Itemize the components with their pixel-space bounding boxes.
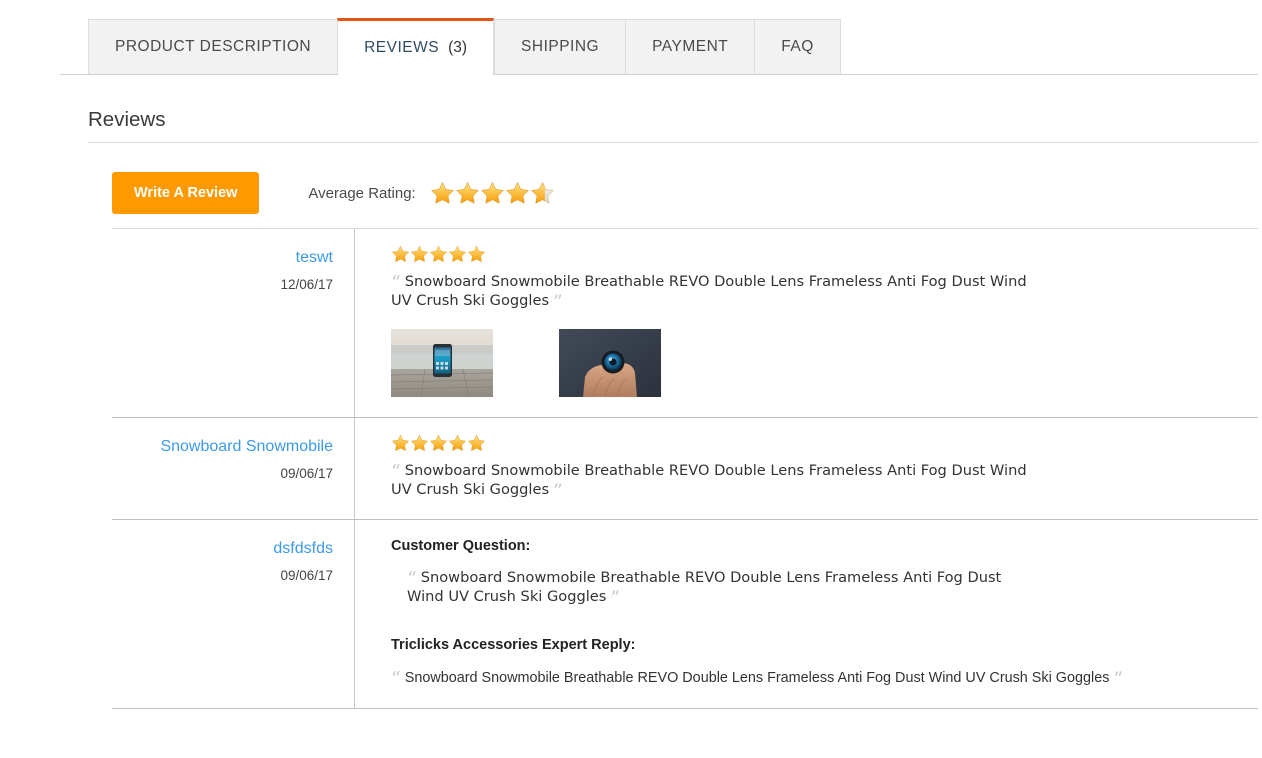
review-text-body: Snowboard Snowmobile Breathable REVO Dou…: [391, 273, 1027, 309]
tab-payment[interactable]: PAYMENT: [625, 19, 755, 75]
quote-open-icon: “: [407, 568, 417, 590]
review-row: teswt 12/06/17 “Snowboard Snowmobile Breat…: [112, 229, 1258, 418]
tab-label: PRODUCT DESCRIPTION: [115, 38, 312, 55]
quote-close-icon: ”: [553, 480, 563, 502]
average-rating-group: Average Rating:: [308, 181, 554, 205]
review-meta: teswt 12/06/17: [112, 229, 354, 417]
review-text-body: Snowboard Snowmobile Breathable REVO Dou…: [391, 462, 1027, 498]
product-tab-bar: PRODUCT DESCRIPTION REVIEWS (3) SHIPPING PAY…: [0, 18, 1262, 76]
review-row: Snowboard Snowmobile 09/06/17 “Snowboard S…: [112, 418, 1258, 520]
review-author-link[interactable]: Snowboard Snowmobile: [160, 436, 333, 458]
expert-reply-text: “Snowboard Snowmobile Breathable REVO Do…: [391, 668, 1258, 690]
tab-reviews[interactable]: REVIEWS (3): [337, 18, 495, 76]
review-row: dsfdsfds 09/06/17 Customer Question: “Snowb…: [112, 520, 1258, 709]
quote-close-icon: ”: [553, 291, 563, 313]
quote-close-icon: ”: [610, 587, 621, 609]
quote-open-icon: “: [391, 668, 401, 690]
tab-label: PAYMENT: [652, 38, 729, 55]
review-content: “Snowboard Snowmobile Breathable REVO Do…: [354, 229, 1258, 417]
tab-list: PRODUCT DESCRIPTION REVIEWS (3) SHIPPING PAY…: [88, 18, 841, 76]
quote-close-icon: ”: [1113, 668, 1124, 690]
write-a-review-button[interactable]: Write A Review: [112, 172, 260, 214]
review-meta: dsfdsfds 09/06/17: [112, 520, 354, 708]
tab-label: FAQ: [781, 38, 814, 55]
review-author-link[interactable]: teswt: [296, 247, 333, 269]
quote-open-icon: “: [391, 272, 401, 294]
customer-question-text: “Snowboard Snowmobile Breathable REVO Do…: [391, 568, 1031, 609]
tab-shipping[interactable]: SHIPPING: [494, 19, 626, 75]
review-text: “Snowboard Snowmobile Breathable REVO Do…: [391, 272, 1031, 313]
expert-reply-heading: Triclicks Accessories Expert Reply:: [391, 637, 636, 653]
average-rating-label: Average Rating:: [308, 184, 416, 202]
tab-count-badge: (3): [448, 39, 468, 56]
page-title: Reviews: [88, 108, 166, 131]
review-content: Customer Question: “Snowboard Snowmobile …: [354, 520, 1258, 708]
tab-faq[interactable]: FAQ: [754, 19, 841, 75]
review-list: teswt 12/06/17 “Snowboard Snowmobile Breat…: [112, 229, 1258, 709]
expert-reply-body: Snowboard Snowmobile Breathable REVO Dou…: [404, 670, 1110, 686]
hand-holding-device-thumbnail[interactable]: [559, 329, 661, 397]
section-divider: [88, 142, 1258, 143]
tab-label: REVIEWS: [364, 39, 440, 56]
review-actions-row: Write A Review Average Rating:: [112, 172, 1258, 214]
review-content: “Snowboard Snowmobile Breathable REVO Do…: [354, 418, 1258, 519]
review-date: 12/06/17: [280, 277, 333, 292]
reviews-section-header: Reviews: [88, 106, 1258, 143]
tab-product-description[interactable]: PRODUCT DESCRIPTION: [88, 19, 338, 75]
average-rating-stars: [430, 181, 555, 205]
customer-question-heading: Customer Question:: [391, 538, 531, 554]
review-rating-stars: [391, 245, 486, 263]
quote-open-icon: “: [391, 461, 401, 483]
review-text: “Snowboard Snowmobile Breathable REVO Do…: [391, 461, 1031, 502]
review-rating-stars: [391, 434, 486, 452]
review-thumbnails: [391, 329, 1258, 397]
reviews-page: PRODUCT DESCRIPTION REVIEWS (3) SHIPPING PAY…: [0, 0, 1262, 758]
review-author-link[interactable]: dsfdsfds: [273, 538, 333, 560]
review-date: 09/06/17: [280, 466, 333, 481]
tab-label: SHIPPING: [521, 38, 600, 55]
review-date: 09/06/17: [280, 568, 333, 583]
smartphone-on-dock-thumbnail[interactable]: [391, 329, 493, 397]
review-meta: Snowboard Snowmobile 09/06/17: [112, 418, 354, 519]
customer-question-body: Snowboard Snowmobile Breathable REVO Dou…: [407, 569, 1002, 605]
